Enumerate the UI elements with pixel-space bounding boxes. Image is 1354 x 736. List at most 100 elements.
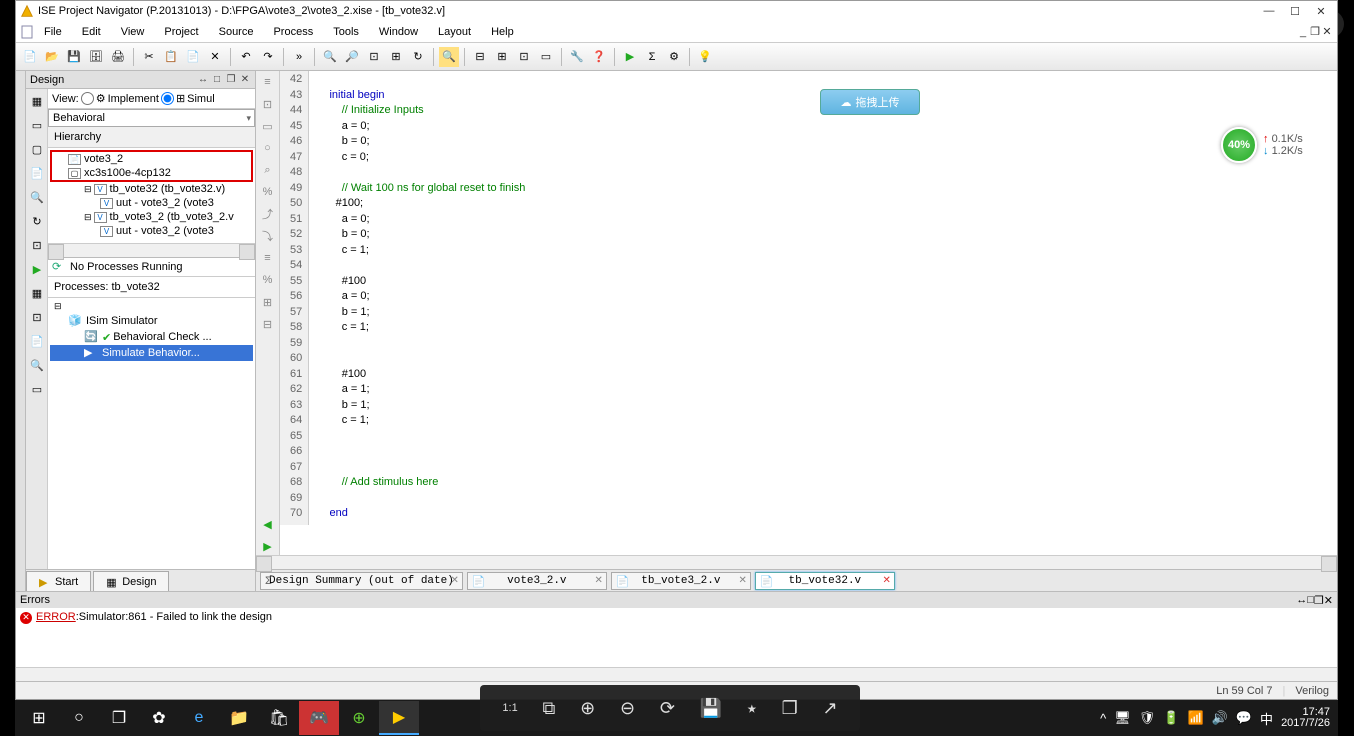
side-btn-3[interactable]: ▢ bbox=[27, 139, 47, 159]
gutter-go-up[interactable]: ◀ bbox=[259, 515, 277, 533]
toggle1-button[interactable]: ⊟ bbox=[470, 47, 490, 67]
save-icon[interactable]: 💾 bbox=[700, 698, 722, 719]
print-button[interactable]: 🖨 bbox=[108, 47, 128, 67]
undo-button[interactable]: ↶ bbox=[236, 47, 256, 67]
errors-body[interactable]: ✕ERROR:Simulator:861 - Failed to link th… bbox=[16, 608, 1337, 667]
errors-float-icon[interactable]: ↔ bbox=[1296, 594, 1307, 606]
tree-node[interactable]: ⊟Vtb_vote3_2 (tb_vote3_2.v bbox=[50, 210, 253, 224]
maximize-button[interactable]: ☐ bbox=[1289, 5, 1301, 17]
tree-scrollbar[interactable] bbox=[48, 243, 255, 257]
tray-chevron-icon[interactable]: ^ bbox=[1100, 711, 1106, 726]
proc-side-run[interactable]: ▶ bbox=[27, 259, 47, 279]
tab-start[interactable]: ▶ Start bbox=[26, 571, 91, 591]
side-btn-5[interactable]: 🔍 bbox=[27, 187, 47, 207]
save-button[interactable]: 💾 bbox=[64, 47, 84, 67]
behavioral-combo[interactable]: Behavioral bbox=[48, 109, 255, 127]
redo-button[interactable]: ↷ bbox=[258, 47, 278, 67]
upload-badge[interactable]: ☁ 拖拽上传 bbox=[820, 89, 920, 115]
crop-icon[interactable]: ⧉ bbox=[542, 698, 555, 719]
window-close-button[interactable]: ✕ bbox=[1315, 5, 1327, 17]
proc-side-2[interactable]: ⊡ bbox=[27, 307, 47, 327]
open-button[interactable]: 📂 bbox=[42, 47, 62, 67]
delete-button[interactable]: ✕ bbox=[205, 47, 225, 67]
help-button[interactable]: ❓ bbox=[589, 47, 609, 67]
panel-close-icon[interactable]: ✕ bbox=[239, 74, 251, 86]
zoom-in-icon[interactable]: ⊕ bbox=[580, 698, 595, 719]
tree-node[interactable]: ▢xc3s100e-4cp132 bbox=[52, 166, 251, 180]
process-tree[interactable]: ⊟🧊ISim Simulator🔄✔Behavioral Check ...▶S… bbox=[48, 298, 255, 569]
menu-source[interactable]: Source bbox=[209, 24, 264, 40]
tab-design[interactable]: ▦ Design bbox=[93, 571, 169, 591]
tray-volume-icon[interactable]: 🔊 bbox=[1212, 710, 1228, 726]
proc-side-3[interactable]: 📄 bbox=[27, 331, 47, 351]
menu-view[interactable]: View bbox=[111, 24, 155, 40]
process-node[interactable]: 🔄✔Behavioral Check ... bbox=[50, 329, 253, 345]
toggle2-button[interactable]: ⊞ bbox=[492, 47, 512, 67]
paste-button[interactable]: 📄 bbox=[183, 47, 203, 67]
impl-radio[interactable] bbox=[81, 92, 94, 105]
more-button[interactable]: » bbox=[289, 47, 309, 67]
clock[interactable]: 17:47 2017/7/26 bbox=[1281, 707, 1330, 729]
errors-restore-icon[interactable]: ❐ bbox=[1314, 594, 1324, 607]
mdi-minimize[interactable]: _ bbox=[1297, 26, 1309, 38]
tray-notif-icon[interactable]: 💬 bbox=[1236, 710, 1252, 726]
tree-node[interactable]: 📄vote3_2 bbox=[52, 152, 251, 166]
gutter-btn-1[interactable]: ≡ bbox=[259, 73, 277, 91]
editor-tab[interactable]: 📄vote3_2.v✕ bbox=[467, 572, 607, 590]
proc-side-4[interactable]: 🔍 bbox=[27, 355, 47, 375]
hierarchy-tree[interactable]: 📄vote3_2▢xc3s100e-4cp132 ⊟Vtb_vote32 (tb_… bbox=[48, 148, 255, 240]
gutter-btn-12[interactable]: ⊟ bbox=[259, 315, 277, 333]
minimize-button[interactable]: — bbox=[1263, 5, 1275, 17]
menu-file[interactable]: File bbox=[34, 24, 72, 40]
gutter-btn-9[interactable]: ≡ bbox=[259, 249, 277, 267]
zoom-sel-button[interactable]: ⊞ bbox=[386, 47, 406, 67]
side-btn-4[interactable]: 📄 bbox=[27, 163, 47, 183]
gutter-btn-11[interactable]: ⊞ bbox=[259, 293, 277, 311]
tree-node[interactable]: Vuut - vote3_2 (vote3 bbox=[50, 196, 253, 210]
panel-restore-icon[interactable]: ❐ bbox=[225, 74, 237, 86]
panel-float-icon[interactable]: ↔ bbox=[197, 74, 209, 86]
run-button[interactable]: ▶ bbox=[620, 47, 640, 67]
gutter-btn-5[interactable]: ⌕ bbox=[259, 161, 277, 179]
zoom-ratio[interactable]: 1:1 bbox=[502, 702, 517, 714]
menu-project[interactable]: Project bbox=[154, 24, 208, 40]
zoom-out-icon[interactable]: ⊖ bbox=[620, 698, 635, 719]
toggle3-button[interactable]: ⊡ bbox=[514, 47, 534, 67]
saveall-button[interactable]: 🗄 bbox=[86, 47, 106, 67]
editor-tab[interactable]: ΣDesign Summary (out of date)✕ bbox=[260, 572, 463, 590]
cut-button[interactable]: ✂ bbox=[139, 47, 159, 67]
editor-tab[interactable]: 📄tb_vote3_2.v✕ bbox=[611, 572, 751, 590]
app-1[interactable]: ✿ bbox=[139, 701, 179, 735]
panel-max-icon[interactable]: □ bbox=[211, 74, 223, 86]
proc-side-1[interactable]: ▦ bbox=[27, 283, 47, 303]
process-node[interactable]: ▶Simulate Behavior... bbox=[50, 345, 253, 361]
ise-taskbar[interactable]: ▶ bbox=[379, 701, 419, 735]
sim-radio[interactable] bbox=[161, 92, 174, 105]
find-button[interactable]: 🔍 bbox=[439, 47, 459, 67]
speed-badge[interactable]: 40% 0.1K/s 1.2K/s bbox=[1221, 127, 1321, 163]
edge-icon[interactable]: e bbox=[179, 701, 219, 735]
zoom-fit-button[interactable]: ⊡ bbox=[364, 47, 384, 67]
refresh-button[interactable]: ↻ bbox=[408, 47, 428, 67]
process-node[interactable]: 🧊ISim Simulator bbox=[50, 313, 253, 329]
gutter-btn-8[interactable]: ⤵ bbox=[259, 227, 277, 245]
proc-side-5[interactable]: ▭ bbox=[27, 379, 47, 399]
taskview-button[interactable]: ❐ bbox=[99, 701, 139, 735]
tree-node[interactable]: ⊟Vtb_vote32 (tb_vote32.v) bbox=[50, 182, 253, 196]
cortana-button[interactable]: ○ bbox=[59, 701, 99, 735]
start-button[interactable]: ⊞ bbox=[19, 701, 59, 735]
menu-layout[interactable]: Layout bbox=[428, 24, 481, 40]
code-lines[interactable]: initial begin // Initialize Inputs a = 0… bbox=[309, 71, 525, 525]
side-btn-7[interactable]: ⊡ bbox=[27, 235, 47, 255]
mdi-close[interactable]: ✕ bbox=[1321, 26, 1333, 38]
tray-monitor-icon[interactable]: 🖥 bbox=[1114, 710, 1131, 726]
lightbulb-icon[interactable]: 💡 bbox=[695, 47, 715, 67]
editor-h-scroll[interactable] bbox=[256, 555, 1337, 569]
gutter-btn-4[interactable]: ○ bbox=[259, 139, 277, 157]
side-btn-6[interactable]: ↻ bbox=[27, 211, 47, 231]
copy-icon[interactable]: ❐ bbox=[782, 698, 798, 719]
errors-scroll[interactable] bbox=[16, 667, 1337, 681]
code-scroll[interactable]: 4243444546474849505152535455565758596061… bbox=[280, 71, 1337, 555]
gutter-go-down[interactable]: ▶ bbox=[259, 537, 277, 555]
errors-close-icon[interactable]: ✕ bbox=[1324, 594, 1333, 607]
